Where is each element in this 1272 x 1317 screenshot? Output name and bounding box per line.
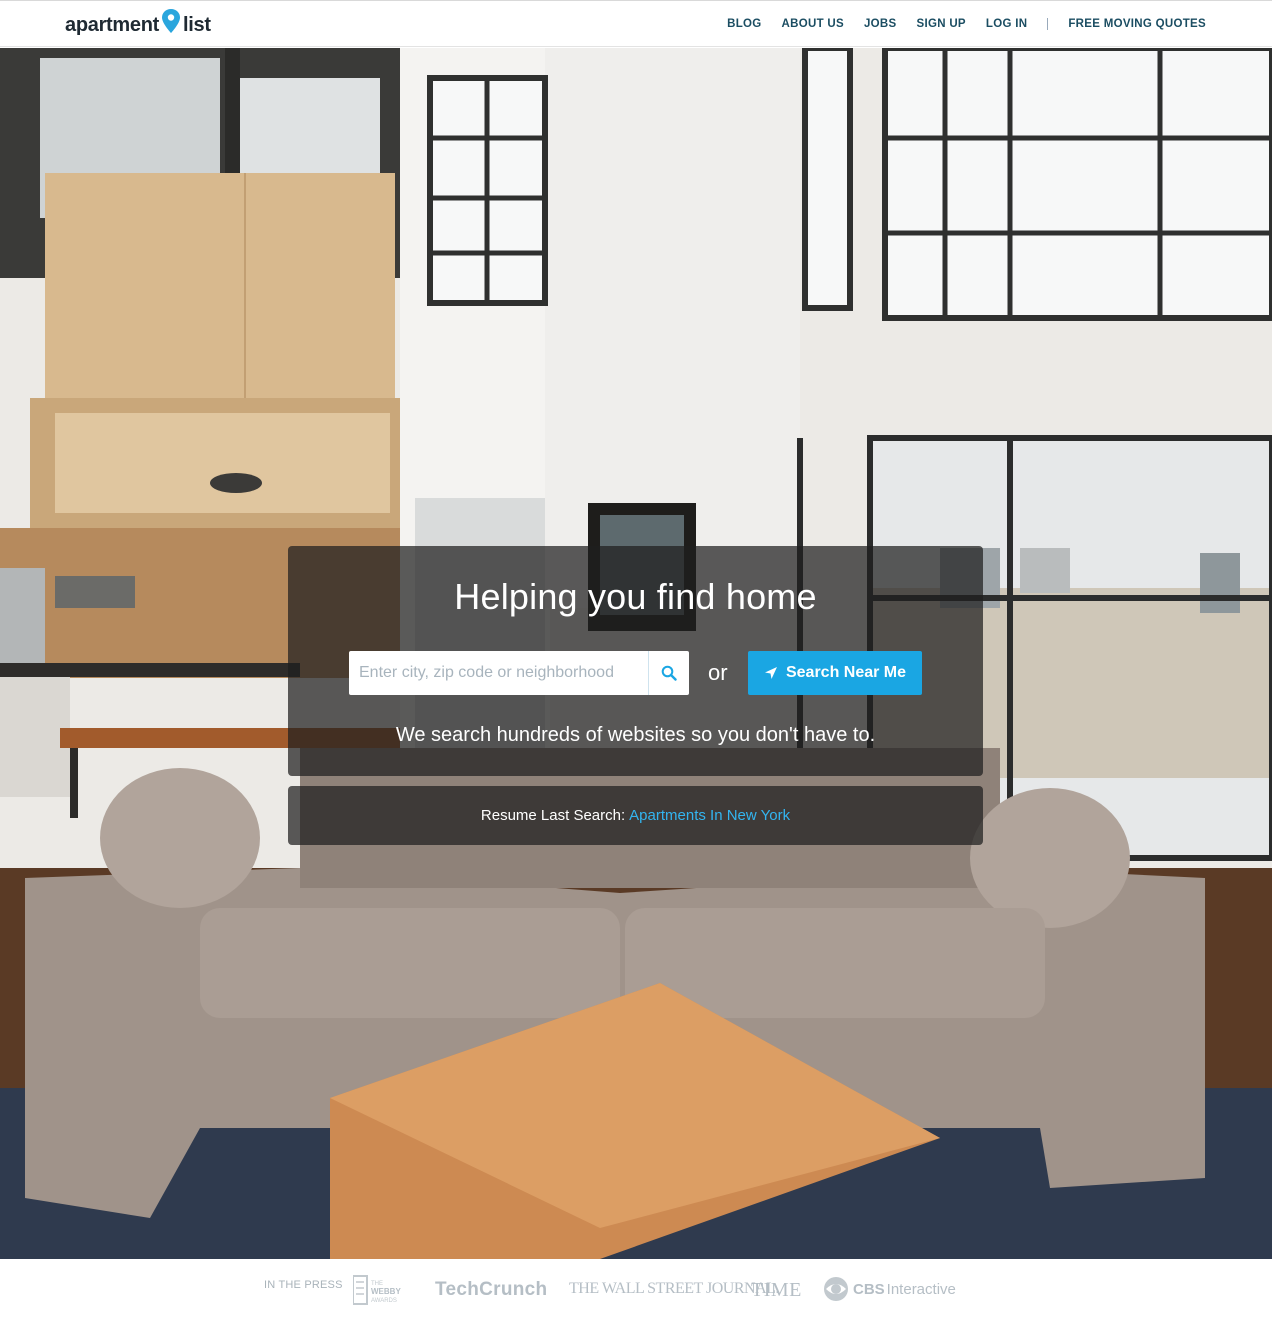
resume-search-link[interactable]: Apartments In New York xyxy=(629,807,790,824)
resume-search-label: Resume Last Search: xyxy=(480,807,626,824)
or-text: or xyxy=(708,660,728,685)
nav-divider xyxy=(1047,18,1049,30)
nav-about-us[interactable]: ABOUT US xyxy=(782,18,844,30)
press-bar: IN THE PRESS THE WEBBY AWARDS TechCrunch… xyxy=(0,1259,1272,1317)
search-button[interactable] xyxy=(648,651,689,695)
map-pin-icon xyxy=(160,8,182,34)
nav-log-in[interactable]: LOG IN xyxy=(986,18,1027,30)
cbs-bold-text: CBS xyxy=(853,1280,885,1298)
hero-section: Helping you find home or Search Near Me … xyxy=(0,48,1272,1259)
wsj-logo: THE WALL STREET JOURNAL. xyxy=(569,1280,779,1297)
search-panel: Helping you find home or Search Near Me … xyxy=(288,546,983,776)
location-arrow-icon xyxy=(764,667,777,679)
resume-search-bar: Resume Last Search: Apartments In New Yo… xyxy=(288,786,983,845)
nav-jobs[interactable]: JOBS xyxy=(864,18,897,30)
nav-blog[interactable]: BLOG xyxy=(727,18,761,30)
webby-awards-text: AWARDS xyxy=(371,1298,397,1304)
top-header: apartment list BLOG ABOUT US JOBS SIGN U… xyxy=(0,0,1272,47)
search-near-me-label: Search Near Me xyxy=(785,664,907,681)
webby-awards-logo: THE WEBBY AWARDS xyxy=(352,1274,413,1306)
search-box xyxy=(349,651,689,695)
search-input[interactable] xyxy=(349,651,647,695)
nav-sign-up[interactable]: SIGN UP xyxy=(917,18,966,30)
hero-title: Helping you find home xyxy=(454,576,817,617)
cbs-eye-icon xyxy=(824,1277,848,1301)
logo-text-list: list xyxy=(183,13,211,36)
techcrunch-logo: TechCrunch xyxy=(435,1279,548,1300)
cbs-interactive-logo: CBS Interactive xyxy=(823,1276,956,1302)
hero-tagline: We search hundreds of websites so you do… xyxy=(395,724,876,746)
webby-name-text: WEBBY xyxy=(371,1287,401,1296)
time-logo: TIME xyxy=(751,1279,802,1301)
search-near-me-button[interactable]: Search Near Me xyxy=(748,651,922,695)
nav-free-moving-quotes[interactable]: FREE MOVING QUOTES xyxy=(1068,18,1206,30)
cbs-rest-text: Interactive xyxy=(886,1280,956,1298)
main-nav: BLOG ABOUT US JOBS SIGN UP LOG IN FREE M… xyxy=(707,18,1206,30)
logo-text-apartment: apartment xyxy=(65,13,159,36)
search-icon xyxy=(661,665,677,681)
apartment-list-logo[interactable]: apartment list xyxy=(65,8,211,39)
press-label: IN THE PRESS xyxy=(264,1279,343,1291)
